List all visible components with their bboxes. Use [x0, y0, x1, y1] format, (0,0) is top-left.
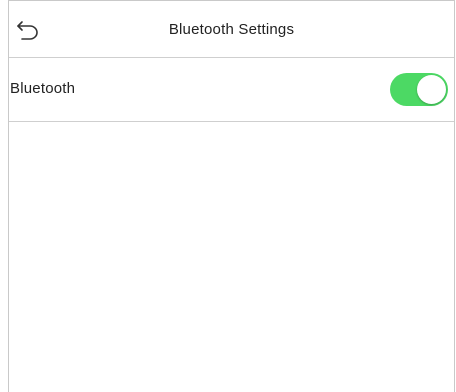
bluetooth-label: Bluetooth [10, 80, 76, 97]
header-bar: Bluetooth Settings [9, 1, 454, 58]
screen-frame: Bluetooth Settings Bluetooth [8, 0, 455, 392]
toggle-knob [417, 75, 446, 104]
page-title: Bluetooth Settings [168, 21, 295, 38]
bluetooth-setting-row: Bluetooth [9, 58, 454, 122]
bluetooth-toggle[interactable] [390, 73, 448, 106]
